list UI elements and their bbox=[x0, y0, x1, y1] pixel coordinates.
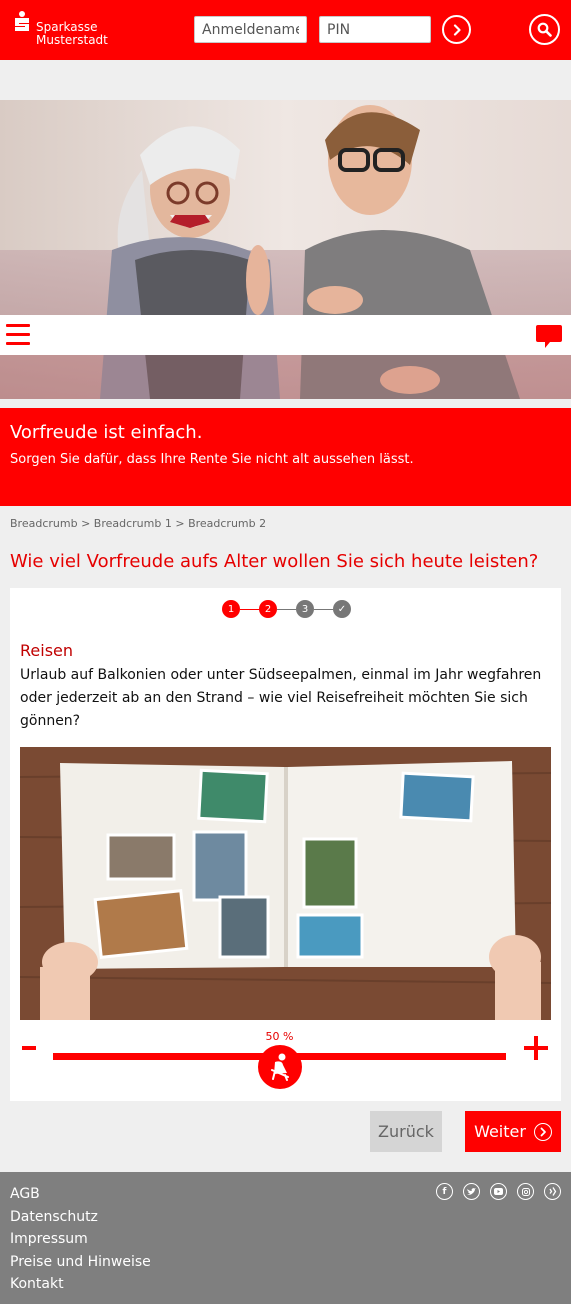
search-button[interactable] bbox=[529, 14, 560, 45]
instagram-icon[interactable] bbox=[517, 1183, 534, 1200]
back-button-label: Zurück bbox=[378, 1122, 434, 1141]
footer-link-kontakt[interactable]: Kontakt bbox=[10, 1273, 151, 1296]
step-connector bbox=[314, 609, 333, 610]
section-description: Urlaub auf Balkonien oder unter Südseepa… bbox=[20, 667, 542, 729]
step-1[interactable]: 1 bbox=[222, 600, 240, 618]
step-connector bbox=[277, 609, 296, 610]
search-icon bbox=[537, 22, 552, 37]
xing-icon[interactable] bbox=[544, 1183, 561, 1200]
promo-title: Vorfreude ist einfach. bbox=[10, 422, 203, 443]
facebook-icon[interactable]: f bbox=[436, 1183, 453, 1200]
twitter-icon[interactable] bbox=[463, 1183, 480, 1200]
promo-banner: Vorfreude ist einfach. Sorgen Sie dafür,… bbox=[0, 408, 571, 506]
username-input[interactable] bbox=[194, 16, 307, 43]
slider-thumb[interactable] bbox=[257, 1045, 302, 1089]
back-button[interactable]: Zurück bbox=[370, 1111, 442, 1152]
chat-icon[interactable] bbox=[536, 325, 562, 349]
chevron-right-icon bbox=[453, 23, 461, 36]
site-header: Sparkasse Musterstadt bbox=[0, 0, 571, 60]
section-title: Reisen bbox=[20, 641, 74, 660]
breadcrumb: Breadcrumb > Breadcrumb 1 > Breadcrumb 2 bbox=[10, 517, 266, 530]
breadcrumb-item[interactable]: Breadcrumb 1 bbox=[94, 517, 172, 530]
step-connector bbox=[240, 609, 259, 610]
next-button[interactable]: Weiter bbox=[465, 1111, 561, 1152]
breadcrumb-separator: > bbox=[81, 517, 91, 530]
next-button-label: Weiter bbox=[474, 1122, 526, 1141]
step-done[interactable]: ✓ bbox=[333, 600, 351, 618]
login-submit-button[interactable] bbox=[442, 15, 471, 44]
promo-subtitle: Sorgen Sie dafür, dass Ihre Rente Sie ni… bbox=[10, 452, 414, 467]
photo-album-illustration bbox=[20, 747, 551, 1020]
footer-links: AGB Datenschutz Impressum Preise und Hin… bbox=[10, 1183, 151, 1296]
mobile-nav-bar bbox=[0, 315, 571, 355]
footer-link-preise[interactable]: Preise und Hinweise bbox=[10, 1251, 151, 1274]
breadcrumb-separator: > bbox=[175, 517, 185, 530]
page-question: Wie viel Vorfreude aufs Alter wollen Sie… bbox=[10, 551, 539, 572]
footer-link-impressum[interactable]: Impressum bbox=[10, 1228, 151, 1251]
breadcrumb-item[interactable]: Breadcrumb 2 bbox=[188, 517, 266, 530]
decrease-button[interactable] bbox=[22, 1046, 36, 1050]
step-3[interactable]: 3 bbox=[296, 600, 314, 618]
sparkasse-logo[interactable]: Sparkasse Musterstadt bbox=[14, 11, 124, 51]
amount-slider: 50 % bbox=[10, 1028, 561, 1098]
footer-link-datenschutz[interactable]: Datenschutz bbox=[10, 1206, 151, 1229]
footer-link-agb[interactable]: AGB bbox=[10, 1183, 151, 1206]
youtube-icon[interactable] bbox=[490, 1183, 507, 1200]
menu-icon[interactable] bbox=[6, 324, 30, 346]
sparkasse-logo-icon bbox=[15, 11, 29, 31]
increase-button[interactable] bbox=[524, 1036, 548, 1060]
slider-value-label: 50 % bbox=[265, 1030, 294, 1043]
pin-input[interactable] bbox=[319, 16, 431, 43]
step-2[interactable]: 2 bbox=[259, 600, 277, 618]
beach-chair-icon bbox=[270, 1053, 289, 1081]
brand-name: Sparkasse Musterstadt bbox=[36, 21, 108, 47]
chevron-right-icon bbox=[533, 1122, 552, 1141]
step-indicator: 1 2 3 ✓ bbox=[222, 600, 352, 620]
breadcrumb-item[interactable]: Breadcrumb bbox=[10, 517, 78, 530]
travel-photo-album-image bbox=[20, 747, 551, 1020]
brand-line-2: Musterstadt bbox=[36, 33, 108, 47]
wizard-card: 1 2 3 ✓ Reisen Urlaub auf Balkonien oder… bbox=[10, 588, 561, 1101]
site-footer: AGB Datenschutz Impressum Preise und Hin… bbox=[0, 1172, 571, 1304]
